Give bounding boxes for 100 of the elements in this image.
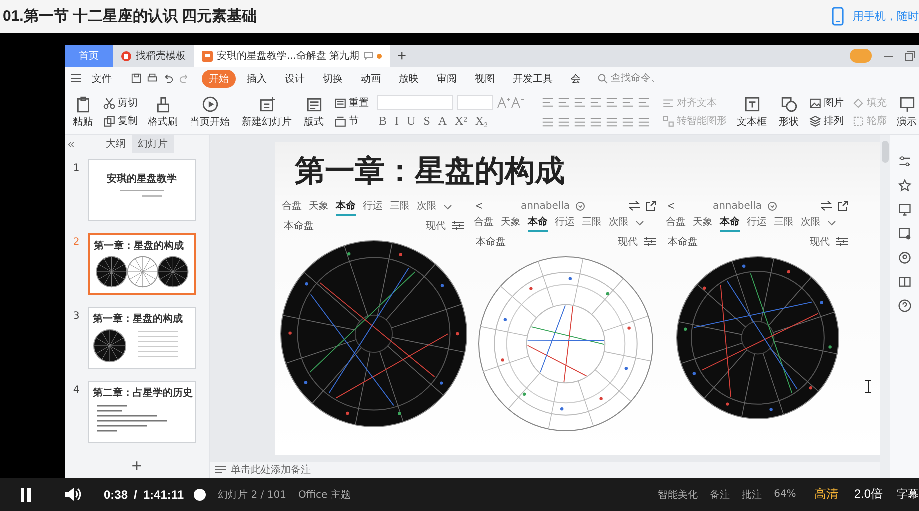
help-icon[interactable] <box>898 299 912 313</box>
sliders-icon[interactable] <box>644 237 656 247</box>
screen-icon[interactable] <box>898 203 912 217</box>
document-tab[interactable]: 找稻壳模板 <box>113 45 194 67</box>
chart-tab[interactable]: 本命 <box>528 214 548 232</box>
status-button[interactable]: 备注 <box>710 488 730 502</box>
chart-tab[interactable]: 天象 <box>501 214 521 232</box>
progress-thumb[interactable] <box>194 488 206 500</box>
sliders-icon[interactable] <box>452 221 464 231</box>
format-button[interactable]: A <box>436 114 450 129</box>
house-system-button[interactable]: 现代 <box>426 219 446 233</box>
print-icon[interactable] <box>147 73 158 84</box>
chart-tab[interactable]: 三限 <box>390 198 410 216</box>
slide-thumbnail[interactable]: 第二章：占星学的历史 <box>88 381 196 443</box>
chart-tab[interactable]: 三限 <box>774 214 794 232</box>
ribbon-button[interactable]: 排列 <box>809 114 844 128</box>
back-button[interactable]: < <box>476 199 484 213</box>
chart-tab[interactable]: 合盘 <box>282 198 302 216</box>
notes-placeholder[interactable]: 单击此处添加备注 <box>231 463 311 477</box>
ribbon-tab[interactable]: 审阅 <box>430 70 464 88</box>
sliders-icon[interactable] <box>898 155 912 169</box>
speed-button[interactable]: 2.0倍 <box>854 486 883 503</box>
ribbon-tab[interactable]: 会 <box>564 70 588 88</box>
profile-name[interactable]: annabella <box>520 200 570 212</box>
format-button[interactable]: X₂ <box>473 114 490 129</box>
document-tab[interactable]: 安琪的星盘教学...命解盘 第九期 <box>194 45 390 67</box>
chart-tab[interactable]: 本命 <box>720 214 740 232</box>
quality-button[interactable]: 高清 <box>814 486 838 503</box>
caret-icon[interactable] <box>636 220 644 226</box>
ribbon-button[interactable]: 重置 <box>334 96 369 110</box>
ribbon-button[interactable]: 形状 <box>777 96 801 128</box>
ribbon-button[interactable]: 图片 <box>809 96 844 110</box>
swap-icon[interactable] <box>628 201 640 211</box>
slide-thumbnail[interactable]: 安琪的星盘教学 <box>88 159 196 221</box>
dropdown-icon[interactable] <box>576 202 586 210</box>
status-button[interactable]: 智能美化 <box>658 488 698 502</box>
house-system-button[interactable]: 现代 <box>810 235 830 249</box>
share-icon[interactable] <box>838 201 848 211</box>
slide-thumbnail[interactable]: 第一章：星盘的构成 <box>88 233 196 295</box>
add-slide-button[interactable]: + <box>126 455 148 478</box>
chart-tab[interactable]: 本命 <box>336 198 356 216</box>
ribbon-button[interactable]: 演示 <box>895 96 919 128</box>
ribbon-tab[interactable]: 插入 <box>240 70 274 88</box>
profile-name[interactable]: annabella <box>712 200 762 212</box>
format-button[interactable]: X² <box>453 114 470 129</box>
format-button[interactable]: I <box>393 114 402 129</box>
ribbon-button[interactable]: 复制 <box>103 114 138 128</box>
ribbon-tab[interactable]: 放映 <box>392 70 426 88</box>
ribbon-button[interactable]: 新建幻灯片 <box>240 96 294 128</box>
image-settings-icon[interactable] <box>898 227 912 241</box>
chart-tab[interactable]: 天象 <box>309 198 329 216</box>
panel-tab[interactable]: 大纲 <box>100 135 132 153</box>
ribbon-tab[interactable]: 动画 <box>354 70 388 88</box>
dropdown-icon[interactable] <box>768 202 778 210</box>
menu-icon[interactable] <box>71 74 81 83</box>
pause-icon[interactable] <box>20 488 32 502</box>
ribbon-tab[interactable]: 视图 <box>468 70 502 88</box>
chart-tab[interactable]: 合盘 <box>666 214 686 232</box>
slide-thumbnail[interactable]: 第一章：星盘的构成 <box>88 307 196 369</box>
ribbon-button[interactable]: 版式 <box>302 96 326 128</box>
book-icon[interactable] <box>898 275 912 289</box>
chart-tab[interactable]: 行运 <box>363 198 383 216</box>
restore-icon[interactable] <box>905 51 915 61</box>
share-icon[interactable] <box>646 201 656 211</box>
ribbon-button[interactable]: 文本框 <box>735 96 769 128</box>
chart-tab[interactable]: 次限 <box>609 214 629 232</box>
new-tab-button[interactable]: + <box>390 45 414 67</box>
file-menu[interactable]: 文件 <box>85 70 119 88</box>
ribbon-button[interactable]: 剪切 <box>103 96 138 110</box>
ribbon-tab[interactable]: 切换 <box>316 70 350 88</box>
ribbon-tab[interactable]: 设计 <box>278 70 312 88</box>
font-name-field[interactable] <box>377 95 453 110</box>
volume-icon[interactable] <box>65 487 82 502</box>
status-button[interactable]: 64% <box>774 489 796 500</box>
save-icon[interactable] <box>131 73 142 84</box>
ribbon-button[interactable]: 格式刷 <box>146 96 180 128</box>
swap-icon[interactable] <box>820 201 832 211</box>
chart-tab[interactable]: 合盘 <box>474 214 494 232</box>
panel-tab[interactable]: 幻灯片 <box>132 135 174 153</box>
star-icon[interactable] <box>898 179 912 193</box>
chart-tab[interactable]: 天象 <box>693 214 713 232</box>
caret-icon[interactable] <box>828 220 836 226</box>
ribbon-tab[interactable]: 开发工具 <box>506 70 560 88</box>
chart-tab[interactable]: 次限 <box>801 214 821 232</box>
sliders-icon[interactable] <box>836 237 848 247</box>
chart-tab[interactable]: 次限 <box>417 198 437 216</box>
chart-tab[interactable]: 行运 <box>747 214 767 232</box>
house-system-button[interactable]: 现代 <box>618 235 638 249</box>
ribbon-button[interactable]: 粘贴 <box>71 96 95 128</box>
ribbon-button[interactable]: 当页开始 <box>188 96 232 128</box>
subtitles-button[interactable]: 字幕 <box>897 487 919 502</box>
back-button[interactable]: < <box>668 199 676 213</box>
chart-tab[interactable]: 行运 <box>555 214 575 232</box>
search-field[interactable]: 查找命令、 <box>611 73 671 84</box>
undo-icon[interactable] <box>163 73 174 84</box>
font-size-field[interactable] <box>457 95 493 110</box>
collapse-button[interactable]: « <box>65 137 100 151</box>
scrollbar-thumb[interactable] <box>882 141 888 163</box>
caret-icon[interactable] <box>444 204 452 210</box>
format-button[interactable]: B <box>377 114 390 129</box>
